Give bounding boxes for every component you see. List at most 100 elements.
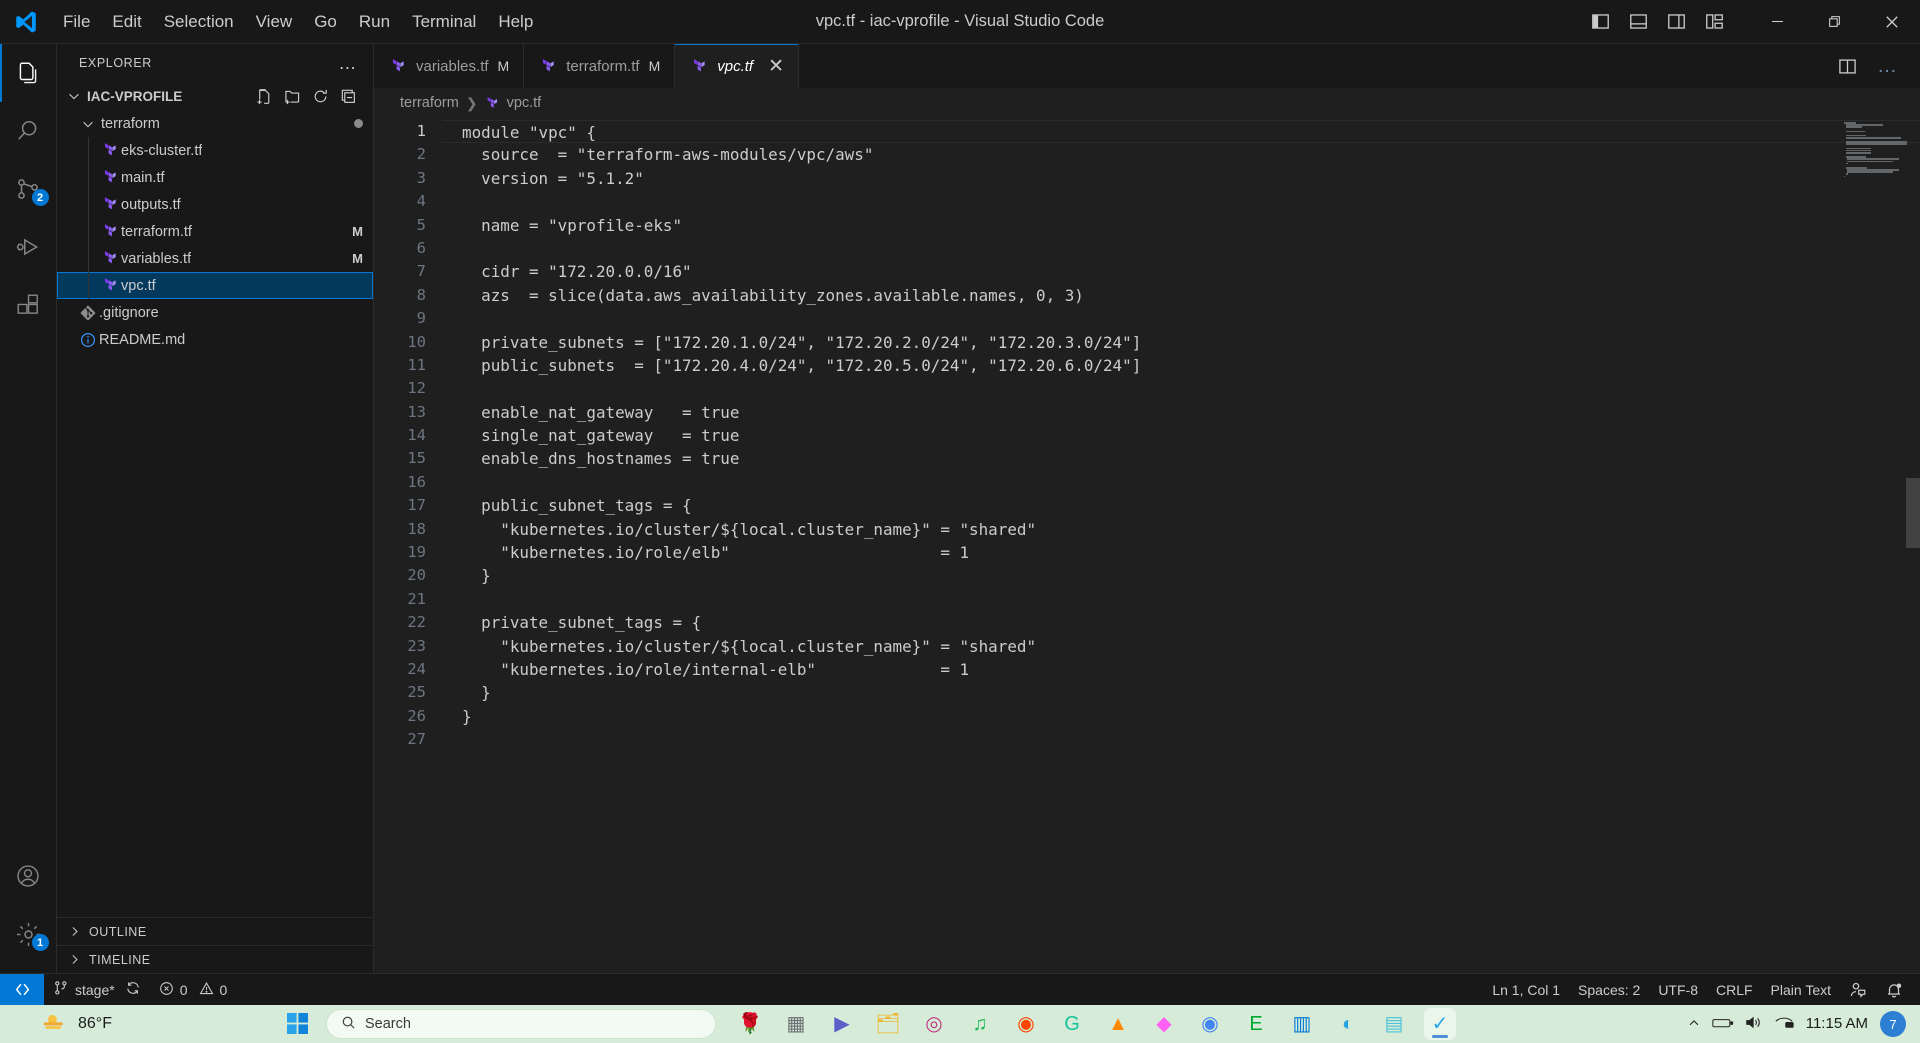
taskbar-app-instagram[interactable]: ◎ bbox=[918, 1008, 950, 1040]
taskbar-app-evernote[interactable]: E bbox=[1240, 1008, 1272, 1040]
editor-tab-vpc.tf[interactable]: vpc.tf ✕ bbox=[675, 44, 800, 88]
minimize-button[interactable] bbox=[1749, 0, 1806, 43]
code-line[interactable]: module "vpc" { bbox=[442, 120, 1920, 144]
close-icon[interactable]: ✕ bbox=[768, 57, 784, 76]
code-line[interactable] bbox=[442, 588, 1920, 611]
code-line[interactable]: cidr = "172.20.0.0/16" bbox=[442, 260, 1920, 283]
code-line[interactable] bbox=[442, 237, 1920, 260]
refresh-explorer-icon[interactable] bbox=[309, 85, 331, 107]
menu-file[interactable]: File bbox=[52, 8, 101, 36]
code-line[interactable]: public_subnets = ["172.20.4.0/24", "172.… bbox=[442, 354, 1920, 377]
volume-icon[interactable] bbox=[1745, 1015, 1763, 1033]
taskbar-app-microsoft-store[interactable]: ▥ bbox=[1286, 1008, 1318, 1040]
activity-item-run-and-debug[interactable] bbox=[0, 218, 57, 276]
minimap[interactable] bbox=[1844, 122, 1907, 182]
tree-file-vpc.tf[interactable]: vpc.tf bbox=[57, 272, 373, 299]
toggle-panel-button[interactable] bbox=[1621, 7, 1655, 37]
taskbar-app-task-view[interactable]: ▦ bbox=[780, 1008, 812, 1040]
code-line[interactable]: version = "5.1.2" bbox=[442, 167, 1920, 190]
code-line[interactable]: "kubernetes.io/role/internal-elb" = 1 bbox=[442, 658, 1920, 681]
menu-view[interactable]: View bbox=[245, 8, 304, 36]
status-eol[interactable]: CRLF bbox=[1707, 974, 1762, 1005]
code-line[interactable]: "kubernetes.io/cluster/${local.cluster_n… bbox=[442, 635, 1920, 658]
taskbar-app-google-chrome[interactable]: ◉ bbox=[1194, 1008, 1226, 1040]
activity-item-manage[interactable]: 1 bbox=[0, 905, 57, 963]
tree-file-eks-cluster.tf[interactable]: eks-cluster.tf bbox=[57, 137, 373, 164]
network-icon[interactable] bbox=[1774, 1015, 1794, 1033]
tree-folder-terraform[interactable]: terraform bbox=[57, 110, 373, 137]
code-line[interactable]: enable_nat_gateway = true bbox=[442, 401, 1920, 424]
activity-item-extensions[interactable] bbox=[0, 276, 57, 334]
menu-selection[interactable]: Selection bbox=[153, 8, 245, 36]
collapse-folders-icon[interactable] bbox=[337, 85, 359, 107]
explorer-more-actions-icon[interactable]: … bbox=[330, 54, 365, 72]
taskbar-app-file-explorer[interactable]: 🗂 bbox=[872, 1008, 904, 1040]
tree-file-main.tf[interactable]: main.tf bbox=[57, 164, 373, 191]
code-line[interactable]: "kubernetes.io/role/elb" = 1 bbox=[442, 541, 1920, 564]
code-line[interactable]: public_subnet_tags = { bbox=[442, 494, 1920, 517]
new-file-icon[interactable] bbox=[253, 85, 275, 107]
code-line[interactable] bbox=[442, 307, 1920, 330]
notification-badge[interactable]: 7 bbox=[1880, 1011, 1906, 1037]
tree-file-variables.tf[interactable]: variables.tf M bbox=[57, 245, 373, 272]
breadcrumb-folder[interactable]: terraform bbox=[400, 95, 459, 111]
taskbar-search-box[interactable]: Search bbox=[326, 1009, 716, 1039]
menu-terminal[interactable]: Terminal bbox=[401, 8, 487, 36]
sidebar-panel-outline[interactable]: OUTLINE bbox=[57, 917, 373, 945]
taskbar-app-zoom[interactable]: ▶ bbox=[826, 1008, 858, 1040]
activity-item-source-control[interactable]: 2 bbox=[0, 160, 57, 218]
code-line[interactable] bbox=[442, 728, 1920, 751]
status-problems[interactable]: 0 0 bbox=[150, 974, 237, 1005]
menu-help[interactable]: Help bbox=[487, 8, 544, 36]
toggle-secondary-sidebar-button[interactable] bbox=[1659, 7, 1693, 37]
code-editor[interactable]: 1 2 3 4 5 6 7 8 9 10 11 12 13 14 15 16 17 18 19 20 21 22 23 24 2… bbox=[374, 118, 1920, 973]
taskbar-clock[interactable]: 11:15 AM bbox=[1806, 1015, 1868, 1032]
sidebar-panel-timeline[interactable]: TIMELINE bbox=[57, 945, 373, 973]
activity-item-search[interactable] bbox=[0, 102, 57, 160]
toggle-primary-sidebar-button[interactable] bbox=[1583, 7, 1617, 37]
workspace-root-row[interactable]: IAC-VPROFILE bbox=[57, 82, 373, 110]
battery-icon[interactable] bbox=[1712, 1016, 1734, 1033]
split-editor-right-icon[interactable] bbox=[1832, 51, 1862, 81]
taskbar-app-spotify[interactable]: ♫ bbox=[964, 1008, 996, 1040]
status-indentation[interactable]: Spaces: 2 bbox=[1569, 974, 1649, 1005]
taskbar-app-vlc[interactable]: ▲ bbox=[1102, 1008, 1134, 1040]
taskbar-weather-widget[interactable]: 86°F bbox=[0, 1011, 112, 1038]
taskbar-app-grammarly[interactable]: G bbox=[1056, 1008, 1088, 1040]
code-line[interactable]: private_subnets = ["172.20.1.0/24", "172… bbox=[442, 331, 1920, 354]
taskbar-app-reddit[interactable]: ◉ bbox=[1010, 1008, 1042, 1040]
breadcrumb-file[interactable]: vpc.tf bbox=[507, 95, 542, 111]
taskbar-app-visual-studio-code[interactable]: ✓ bbox=[1424, 1008, 1456, 1040]
taskbar-app-adobe-xd[interactable]: ◆ bbox=[1148, 1008, 1180, 1040]
editor-tab-variables.tf[interactable]: variables.tf M bbox=[374, 44, 525, 88]
windows-start-icon[interactable] bbox=[278, 1005, 318, 1043]
code-content[interactable]: module "vpc" { source = "terraform-aws-m… bbox=[442, 118, 1920, 973]
code-line[interactable]: "kubernetes.io/cluster/${local.cluster_n… bbox=[442, 518, 1920, 541]
editor-tab-terraform.tf[interactable]: terraform.tf M bbox=[524, 44, 676, 88]
code-line[interactable] bbox=[442, 377, 1920, 400]
status-encoding[interactable]: UTF-8 bbox=[1649, 974, 1707, 1005]
tree-file-outputs.tf[interactable]: outputs.tf bbox=[57, 191, 373, 218]
customize-layout-button[interactable] bbox=[1697, 7, 1731, 37]
code-line[interactable] bbox=[442, 190, 1920, 213]
taskbar-app-notepad[interactable]: ▤ bbox=[1378, 1008, 1410, 1040]
activity-item-explorer[interactable] bbox=[0, 44, 57, 102]
editor-more-actions-icon[interactable]: … bbox=[1872, 51, 1902, 81]
code-line[interactable]: } bbox=[442, 564, 1920, 587]
status-language-mode[interactable]: Plain Text bbox=[1762, 974, 1840, 1005]
live-share-icon[interactable] bbox=[1840, 974, 1876, 1005]
show-hidden-icons-icon[interactable] bbox=[1687, 1016, 1701, 1033]
status-branch[interactable]: stage* bbox=[44, 974, 150, 1005]
bell-dot-icon[interactable] bbox=[1876, 974, 1912, 1005]
sync-icon[interactable] bbox=[125, 980, 141, 999]
menu-edit[interactable]: Edit bbox=[101, 8, 152, 36]
new-folder-icon[interactable] bbox=[281, 85, 303, 107]
tree-file-README.md[interactable]: README.md bbox=[57, 326, 373, 353]
taskbar-app-microsoft-edge[interactable]: ◐ bbox=[1332, 1008, 1364, 1040]
code-line[interactable]: private_subnet_tags = { bbox=[442, 611, 1920, 634]
code-line[interactable] bbox=[442, 471, 1920, 494]
tree-file-.gitignore[interactable]: .gitignore bbox=[57, 299, 373, 326]
taskbar-app-widgets-flowers[interactable]: 🌹 bbox=[734, 1008, 766, 1040]
code-line[interactable]: azs = slice(data.aws_availability_zones.… bbox=[442, 284, 1920, 307]
activity-item-accounts[interactable] bbox=[0, 847, 57, 905]
